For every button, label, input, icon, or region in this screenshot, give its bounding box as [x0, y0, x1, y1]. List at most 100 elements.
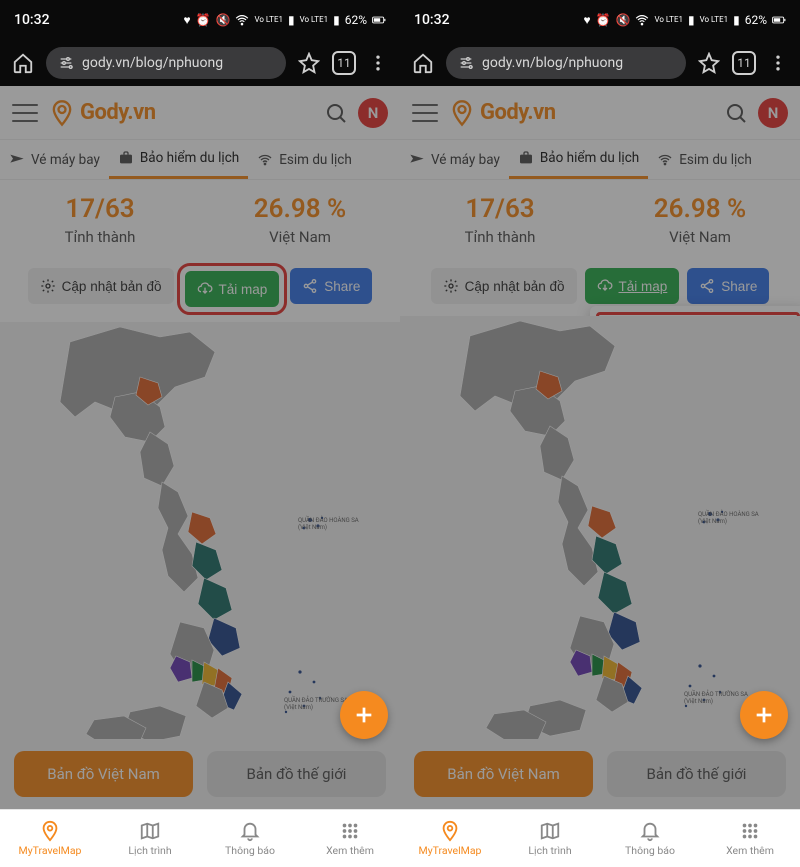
tab-flights[interactable]: Vé máy bay — [400, 140, 509, 179]
logo-text: Gody.vn — [480, 100, 556, 125]
avatar[interactable]: N — [758, 98, 788, 128]
nav-more-label: Xem thêm — [726, 844, 774, 857]
tab-esim[interactable]: Esim du lịch — [648, 140, 761, 179]
wifi-icon — [635, 13, 649, 27]
menu-icon[interactable] — [12, 104, 38, 122]
share-icon — [302, 278, 318, 294]
tab-count[interactable]: 11 — [332, 51, 356, 75]
tab-insurance[interactable]: Bảo hiểm du lịch — [109, 140, 248, 179]
pin-icon — [439, 820, 461, 842]
share-button[interactable]: Share — [687, 268, 769, 304]
tab-esim-label: Esim du lịch — [279, 152, 352, 168]
vietnam-map-button[interactable]: Bản đồ Việt Nam — [414, 751, 593, 797]
url-text: gody.vn/blog/nphuong — [482, 55, 623, 71]
tab-flights-label: Vé máy bay — [31, 152, 100, 168]
app-header: Gody.vn N — [400, 86, 800, 140]
logo[interactable]: Gody.vn — [448, 99, 556, 127]
update-map-button[interactable]: Cập nhật bản đồ — [28, 268, 174, 304]
nav-more[interactable]: Xem thêm — [300, 810, 400, 867]
menu-icon[interactable] — [412, 104, 438, 122]
nav-mytravelmap-label: MyTravelMap — [19, 844, 82, 857]
grid-icon — [739, 820, 761, 842]
tab-flights-label: Vé máy bay — [431, 152, 500, 168]
download-map-label: Tải map — [219, 282, 268, 297]
map-icon — [539, 820, 561, 842]
search-icon[interactable] — [724, 101, 748, 125]
star-icon[interactable] — [698, 52, 720, 74]
bottom-nav: MyTravelMap Lịch trình Thông báo Xem thê… — [0, 809, 400, 867]
bell-icon — [639, 820, 661, 842]
tab-count[interactable]: 11 — [732, 51, 756, 75]
battery-icon — [372, 13, 386, 27]
vietnam-map-button[interactable]: Bản đồ Việt Nam — [14, 751, 193, 797]
fab-add-button[interactable] — [340, 691, 388, 739]
map-note-hoangsa: QUẦN ĐẢO HOÀNG SA(Việt Nam) — [298, 518, 359, 531]
tab-esim[interactable]: Esim du lịch — [248, 140, 361, 179]
download-map-button[interactable]: Tải map — [585, 268, 680, 304]
stat-provinces-label: Tỉnh thành — [400, 228, 600, 246]
volte-indicator-1: Vo LTE1 — [654, 16, 683, 24]
search-icon[interactable] — [324, 101, 348, 125]
action-row: Cập nhật bản đồ Tải map Share MyTravelMa… — [400, 260, 800, 316]
nav-notifications[interactable]: Thông báo — [200, 810, 300, 867]
stats-row: 17/63 Tỉnh thành 26.98 % Việt Nam — [400, 180, 800, 260]
tune-icon — [58, 55, 74, 71]
url-text: gody.vn/blog/nphuong — [82, 55, 223, 71]
browser-bar: gody.vn/blog/nphuong 11 — [0, 40, 400, 86]
stat-provinces-value: 17/63 — [0, 194, 200, 224]
heart-icon: ♥ — [583, 13, 590, 27]
star-icon[interactable] — [298, 52, 320, 74]
briefcase-icon — [118, 150, 134, 166]
share-icon — [699, 278, 715, 294]
download-map-button[interactable]: Tải map — [185, 271, 280, 307]
fab-add-button[interactable] — [740, 691, 788, 739]
update-map-label: Cập nhật bản đồ — [62, 279, 162, 294]
heart-icon: ♥ — [183, 13, 190, 27]
map-note-truongsa: QUẦN ĐẢO TRƯỜNG SA(Việt Nam) — [684, 692, 748, 705]
logo[interactable]: Gody.vn — [48, 99, 156, 127]
nav-mytravelmap[interactable]: MyTravelMap — [400, 810, 500, 867]
nav-itinerary[interactable]: Lịch trình — [100, 810, 200, 867]
update-map-button[interactable]: Cập nhật bản đồ — [431, 268, 577, 304]
update-map-label: Cập nhật bản đồ — [465, 279, 565, 294]
home-icon[interactable] — [412, 52, 434, 74]
kebab-icon[interactable] — [768, 53, 788, 73]
nav-notifications[interactable]: Thông báo — [600, 810, 700, 867]
avatar[interactable]: N — [358, 98, 388, 128]
tab-esim-label: Esim du lịch — [679, 152, 752, 168]
service-tabs: Vé máy bay Bảo hiểm du lịch Esim du lịch — [0, 140, 400, 180]
share-label: Share — [721, 279, 757, 294]
tab-flights[interactable]: Vé máy bay — [0, 140, 109, 179]
wifi-small-icon — [657, 152, 673, 168]
battery-pct: 62% — [745, 13, 767, 27]
vietnam-map[interactable]: QUẦN ĐẢO HOÀNG SA(Việt Nam) QUẦN ĐẢO TRƯ… — [0, 322, 400, 739]
url-bar[interactable]: gody.vn/blog/nphuong — [446, 47, 686, 79]
map-note-truongsa: QUẦN ĐẢO TRƯỜNG SA(Việt Nam) — [284, 698, 348, 711]
wifi-small-icon — [257, 152, 273, 168]
home-icon[interactable] — [12, 52, 34, 74]
right-screenshot: 10:32 ♥ ⏰ 🔇 Vo LTE1 ▮ Vo LTE1 ▮ 62% gody… — [400, 0, 800, 867]
map-type-buttons: Bản đồ Việt Nam Bản đồ thế giới — [400, 739, 800, 809]
alarm-icon: ⏰ — [596, 13, 611, 27]
map-type-buttons: Bản đồ Việt Nam Bản đồ thế giới — [0, 739, 400, 809]
wifi-icon — [235, 13, 249, 27]
share-label: Share — [324, 279, 360, 294]
nav-itinerary[interactable]: Lịch trình — [500, 810, 600, 867]
action-row: Cập nhật bản đồ Tải map Share — [0, 260, 400, 322]
vietnam-map[interactable]: QUẦN ĐẢO HOÀNG SA(Việt Nam) QUẦN ĐẢO TRƯ… — [400, 316, 800, 739]
tab-insurance[interactable]: Bảo hiểm du lịch — [509, 140, 648, 179]
kebab-icon[interactable] — [368, 53, 388, 73]
map-note-hoangsa: QUẦN ĐẢO HOÀNG SA(Việt Nam) — [698, 512, 759, 525]
stat-provinces-label: Tỉnh thành — [0, 228, 200, 246]
share-button[interactable]: Share — [290, 268, 372, 304]
url-bar[interactable]: gody.vn/blog/nphuong — [46, 47, 286, 79]
stat-provinces-value: 17/63 — [400, 194, 600, 224]
world-map-button[interactable]: Bản đồ thế giới — [607, 751, 786, 797]
logo-text: Gody.vn — [80, 100, 156, 125]
stat-provinces: 17/63 Tỉnh thành — [0, 194, 200, 246]
nav-mytravelmap[interactable]: MyTravelMap — [0, 810, 100, 867]
cloud-download-icon — [597, 278, 613, 294]
world-map-button[interactable]: Bản đồ thế giới — [207, 751, 386, 797]
nav-more[interactable]: Xem thêm — [700, 810, 800, 867]
status-icons: ♥ ⏰ 🔇 Vo LTE1 ▮ Vo LTE1 ▮ 62% — [583, 13, 786, 27]
